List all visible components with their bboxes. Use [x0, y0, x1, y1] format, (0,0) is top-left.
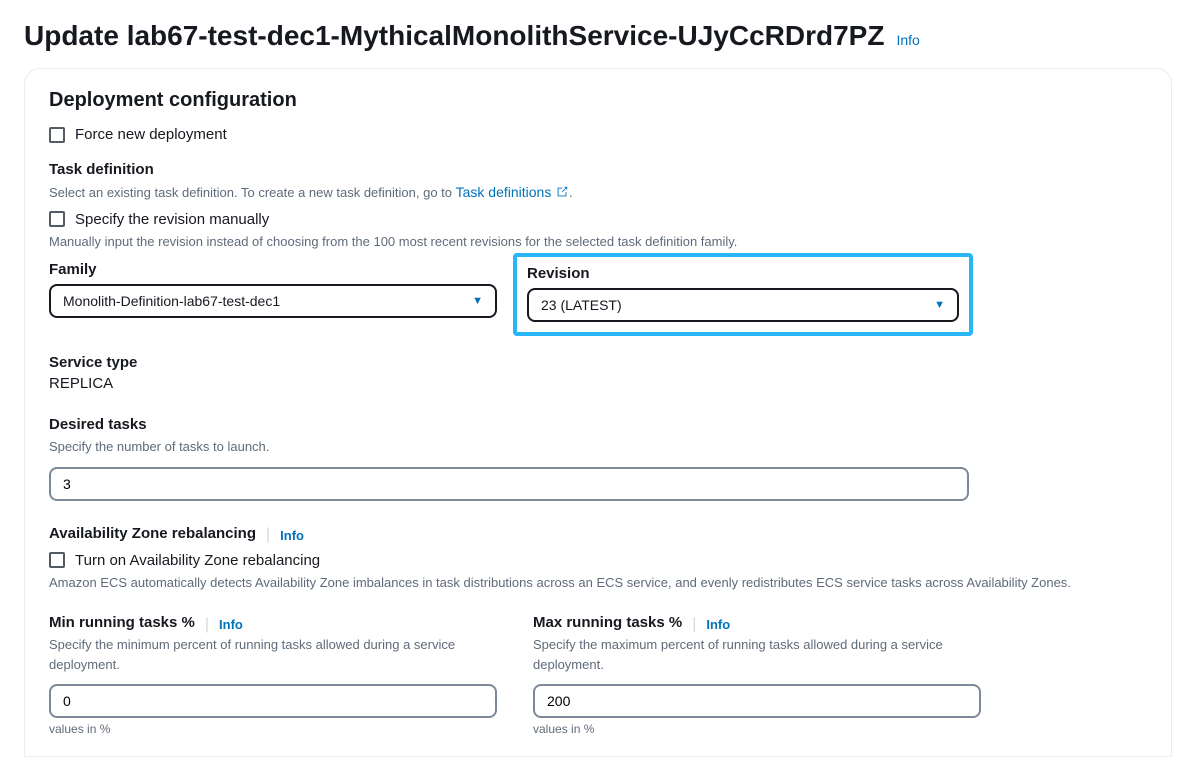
desired-tasks-input[interactable]: [49, 467, 969, 501]
service-type-label: Service type: [49, 354, 1147, 371]
family-select[interactable]: Monolith-Definition-lab67-test-dec1: [49, 284, 497, 318]
specify-revision-checkbox[interactable]: [49, 211, 65, 227]
min-running-input[interactable]: [49, 684, 497, 718]
max-running-label: Max running tasks %: [533, 614, 682, 631]
desired-tasks-label: Desired tasks: [49, 416, 1147, 433]
page-header: Update lab67-test-dec1-MythicalMonolithS…: [24, 20, 1172, 52]
az-rebalancing-checkbox-label: Turn on Availability Zone rebalancing: [75, 552, 320, 569]
force-new-deployment-label: Force new deployment: [75, 126, 227, 143]
family-label: Family: [49, 261, 497, 278]
desired-tasks-helper: Specify the number of tasks to launch.: [49, 437, 1147, 457]
external-link-icon: [555, 185, 569, 205]
specify-revision-label: Specify the revision manually: [75, 211, 269, 228]
min-running-helper: Specify the minimum percent of running t…: [49, 635, 497, 674]
task-definition-helper: Select an existing task definition. To c…: [49, 182, 1147, 205]
az-rebalancing-checkbox[interactable]: [49, 552, 65, 568]
az-rebalancing-helper: Amazon ECS automatically detects Availab…: [49, 573, 1147, 593]
max-running-helper: Specify the maximum percent of running t…: [533, 635, 981, 674]
max-info-link[interactable]: Info: [706, 617, 730, 632]
min-running-note: values in %: [49, 722, 497, 736]
max-running-note: values in %: [533, 722, 981, 736]
az-info-link[interactable]: Info: [280, 528, 304, 543]
max-running-input[interactable]: [533, 684, 981, 718]
task-definition-label: Task definition: [49, 161, 1147, 178]
page-title: Update lab67-test-dec1-MythicalMonolithS…: [24, 20, 884, 52]
info-link[interactable]: Info: [896, 32, 919, 48]
service-type-value: REPLICA: [49, 375, 1147, 392]
revision-select[interactable]: 23 (LATEST): [527, 288, 959, 322]
task-definitions-link[interactable]: Task definitions: [456, 184, 552, 200]
revision-label: Revision: [527, 265, 959, 282]
config-container: Deployment configuration Force new deplo…: [24, 68, 1172, 757]
force-new-deployment-checkbox[interactable]: [49, 127, 65, 143]
specify-revision-helper: Manually input the revision instead of c…: [49, 232, 1147, 252]
min-info-link[interactable]: Info: [219, 617, 243, 632]
revision-highlight: Revision 23 (LATEST) ▼: [513, 253, 973, 336]
section-title: Deployment configuration: [49, 89, 1147, 112]
min-running-label: Min running tasks %: [49, 614, 195, 631]
az-rebalancing-label: Availability Zone rebalancing: [49, 525, 256, 542]
